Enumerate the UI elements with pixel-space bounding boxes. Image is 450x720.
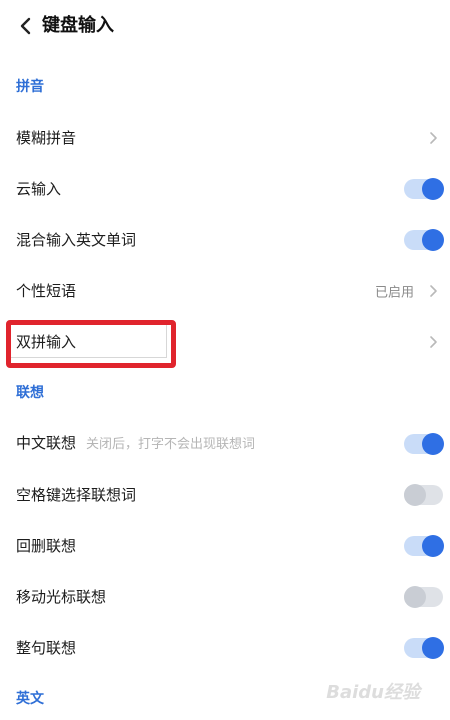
section-header-pinyin: 拼音 — [16, 79, 44, 95]
setting-hint: 关闭后，打字不会出现联想词 — [86, 436, 256, 452]
setting-label: 整句联想 — [16, 638, 77, 657]
delete-assoc-toggle[interactable] — [404, 534, 444, 557]
setting-delete-assoc: 回删联想 — [0, 520, 450, 571]
setting-chinese-assoc: 中文联想 关闭后，打字不会出现联想词 — [0, 418, 450, 469]
mixed-english-toggle[interactable] — [404, 228, 444, 251]
setting-label: 模糊拼音 — [16, 128, 77, 147]
space-select-toggle[interactable] — [404, 483, 443, 506]
watermark: Baidu经验 — [326, 682, 420, 703]
setting-label: 回删联想 — [16, 536, 77, 555]
setting-shuangpin[interactable]: 双拼输入 — [0, 316, 450, 367]
setting-label: 云输入 — [16, 179, 62, 198]
chevron-right-icon — [426, 284, 440, 298]
setting-label: 空格键选择联想词 — [16, 485, 137, 504]
setting-label: 移动光标联想 — [16, 587, 107, 606]
setting-label: 混合输入英文单词 — [16, 230, 137, 249]
app-header: 键盘输入 — [0, 0, 450, 52]
setting-sentence-assoc: 整句联想 — [0, 622, 450, 673]
setting-mixed-english: 混合输入英文单词 — [0, 214, 450, 265]
chinese-assoc-toggle[interactable] — [404, 432, 444, 455]
setting-cloud-input: 云输入 — [0, 163, 450, 214]
chevron-left-icon — [20, 17, 31, 35]
chevron-right-icon — [426, 131, 440, 145]
page-title: 键盘输入 — [42, 15, 114, 36]
setting-label-text: 中文联想 — [16, 433, 77, 452]
setting-label: 双拼输入 — [16, 332, 77, 351]
setting-fuzzy-pinyin[interactable]: 模糊拼音 — [0, 112, 450, 163]
status-value: 已启用 — [374, 285, 414, 300]
back-button[interactable] — [12, 12, 40, 40]
sentence-assoc-toggle[interactable] — [404, 636, 444, 659]
cursor-assoc-toggle[interactable] — [404, 585, 443, 608]
cloud-input-toggle[interactable] — [404, 177, 444, 200]
setting-space-select: 空格键选择联想词 — [0, 469, 450, 520]
section-header-english: 英文 — [16, 691, 44, 707]
setting-cursor-assoc: 移动光标联想 — [0, 571, 450, 622]
section-header-lianxiang: 联想 — [16, 385, 44, 401]
chevron-right-icon — [426, 335, 440, 349]
setting-personal-phrases[interactable]: 个性短语 已启用 — [0, 265, 450, 316]
setting-label: 个性短语 — [16, 281, 77, 300]
setting-label: 中文联想 关闭后，打字不会出现联想词 — [16, 432, 255, 456]
